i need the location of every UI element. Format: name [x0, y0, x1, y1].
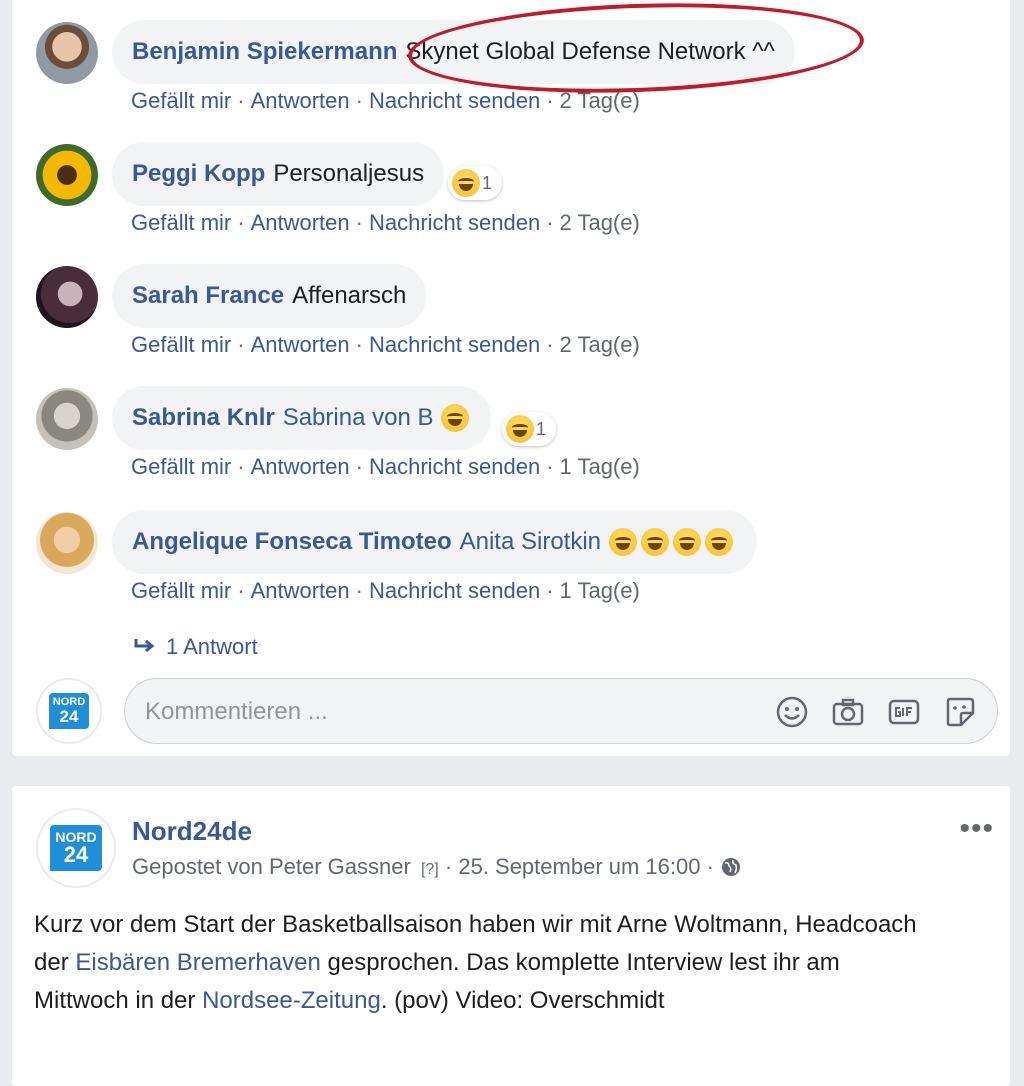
haha-emoji-icon: [506, 415, 534, 443]
comment-bubble: Sabrina Knlr Sabrina von B: [112, 386, 492, 450]
separator: ·: [237, 88, 245, 113]
send-message-link[interactable]: Nachricht senden: [369, 578, 540, 603]
posted-by: Gepostet von Peter Gassner: [132, 854, 411, 879]
comment-bubble: Angelique Fonseca Timoteo Anita Sirotkin: [112, 510, 758, 574]
avatar[interactable]: [36, 144, 98, 206]
separator: ·: [355, 578, 363, 603]
comment-timestamp[interactable]: 2 Tag(e): [560, 210, 640, 235]
comment-composer[interactable]: [124, 678, 998, 744]
more-options-button[interactable]: •••: [959, 812, 994, 846]
like-link[interactable]: Gefällt mir: [131, 578, 231, 603]
camera-icon[interactable]: [831, 695, 865, 729]
comments-card: Benjamin Spiekermann Skynet Global Defen…: [12, 0, 1010, 756]
tears-of-joy-emoji-icon: [673, 528, 702, 557]
comment-text: Affenarsch: [292, 282, 407, 309]
comment-input[interactable]: [143, 693, 747, 731]
separator: ·: [355, 332, 363, 357]
separator: ·: [237, 332, 245, 357]
emoji-group: [609, 528, 737, 557]
post-text: Kurz vor dem Start der Basketballsaison …: [34, 906, 934, 1020]
reply-link[interactable]: Antworten: [251, 578, 350, 603]
annotation-circle: [406, 0, 866, 100]
comment-actions: Gefällt mir · Antworten · Nachricht senden · 2…: [131, 332, 640, 358]
like-link[interactable]: Gefällt mir: [131, 210, 231, 235]
comment-tagged-user[interactable]: Anita Sirotkin: [460, 528, 601, 556]
view-replies-link[interactable]: 1 Antwort: [134, 634, 258, 660]
reply-link[interactable]: Antworten: [251, 332, 350, 357]
comment-actions: Gefällt mir · Antworten · Nachricht senden · 2…: [131, 210, 640, 236]
tears-of-joy-emoji-icon: [609, 528, 638, 557]
send-message-link[interactable]: Nachricht senden: [369, 332, 540, 357]
nord24-logo: NORD 24: [50, 825, 102, 871]
reply-arrow-icon: [134, 639, 155, 653]
like-link[interactable]: Gefällt mir: [131, 454, 231, 479]
comment-author[interactable]: Benjamin Spiekermann: [132, 38, 397, 66]
avatar[interactable]: [36, 388, 98, 450]
separator: ·: [355, 210, 363, 235]
tears-of-joy-emoji-icon: [641, 528, 670, 557]
reply-link[interactable]: Antworten: [251, 88, 350, 113]
globe-icon[interactable]: [720, 856, 742, 878]
comment-actions: Gefällt mir · Antworten · Nachricht senden · 1…: [131, 578, 640, 604]
comment-tagged-user[interactable]: Sabrina von B: [283, 404, 434, 432]
logo-line2: 24: [63, 842, 89, 867]
separator: ·: [546, 454, 554, 479]
eisbaeren-link[interactable]: Eisbären Bremerhaven: [75, 949, 320, 976]
sticker-icon[interactable]: [943, 695, 977, 729]
tears-of-joy-emoji-icon: [441, 404, 470, 432]
nord24-logo: NORD 24: [49, 693, 89, 729]
tears-of-joy-emoji-icon: [705, 528, 734, 557]
separator: ·: [237, 454, 245, 479]
comment-timestamp[interactable]: 1 Tag(e): [560, 454, 640, 479]
post-date[interactable]: 25. September um 16:00: [458, 854, 700, 879]
comment-timestamp[interactable]: 2 Tag(e): [560, 332, 640, 357]
page-avatar[interactable]: NORD 24: [36, 808, 116, 888]
post-meta: Gepostet von Peter Gassner [?] · 25. Sep…: [132, 854, 742, 880]
reply-link[interactable]: Antworten: [251, 454, 350, 479]
replies-count-label[interactable]: 1 Antwort: [166, 634, 258, 659]
send-message-link[interactable]: Nachricht senden: [369, 88, 540, 113]
separator: ·: [546, 578, 554, 603]
reply-link[interactable]: Antworten: [251, 210, 350, 235]
like-link[interactable]: Gefällt mir: [131, 332, 231, 357]
avatar[interactable]: [36, 266, 98, 328]
comment-timestamp[interactable]: 1 Tag(e): [560, 578, 640, 603]
separator: ·: [546, 332, 554, 357]
send-message-link[interactable]: Nachricht senden: [369, 454, 540, 479]
like-link[interactable]: Gefällt mir: [131, 88, 231, 113]
reaction-badge[interactable]: 1: [502, 412, 557, 446]
comment-author[interactable]: Sabrina Knlr: [132, 404, 275, 432]
post-text-part: . (pov) Video: Overschmidt: [380, 987, 665, 1014]
logo-line2: 24: [59, 707, 79, 726]
nordsee-zeitung-link[interactable]: Nordsee-Zeitung: [202, 987, 381, 1014]
comment-bubble: Sarah France Affenarsch: [112, 264, 427, 328]
avatar[interactable]: [36, 22, 98, 84]
comment-actions: Gefällt mir · Antworten · Nachricht senden · 1…: [131, 454, 640, 480]
avatar[interactable]: [36, 512, 98, 574]
separator: ·: [444, 854, 453, 879]
separator: ·: [355, 88, 363, 113]
reaction-badge[interactable]: 1: [448, 166, 503, 200]
comment-text: Personaljesus: [273, 160, 425, 187]
separator: ·: [237, 210, 245, 235]
post-card: NORD 24 Nord24de ••• Gepostet von Peter …: [12, 786, 1010, 1086]
reaction-count: 1: [536, 418, 547, 439]
comment-author[interactable]: Angelique Fonseca Timoteo: [132, 528, 452, 556]
comment-author[interactable]: Sarah France: [132, 282, 284, 310]
page-name-link[interactable]: Nord24de: [132, 816, 252, 847]
comment-bubble: Peggi Kopp Personaljesus: [112, 142, 445, 206]
gif-icon[interactable]: [887, 695, 921, 729]
help-link[interactable]: [?]: [421, 861, 439, 878]
emoji-icon[interactable]: [775, 695, 809, 729]
separator: ·: [546, 210, 554, 235]
haha-emoji-icon: [452, 169, 480, 197]
comment-author[interactable]: Peggi Kopp: [132, 160, 265, 188]
separator: ·: [355, 454, 363, 479]
page-avatar[interactable]: NORD 24: [36, 678, 102, 744]
reaction-count: 1: [482, 172, 493, 193]
separator: ·: [237, 578, 245, 603]
separator: ·: [706, 854, 714, 879]
send-message-link[interactable]: Nachricht senden: [369, 210, 540, 235]
